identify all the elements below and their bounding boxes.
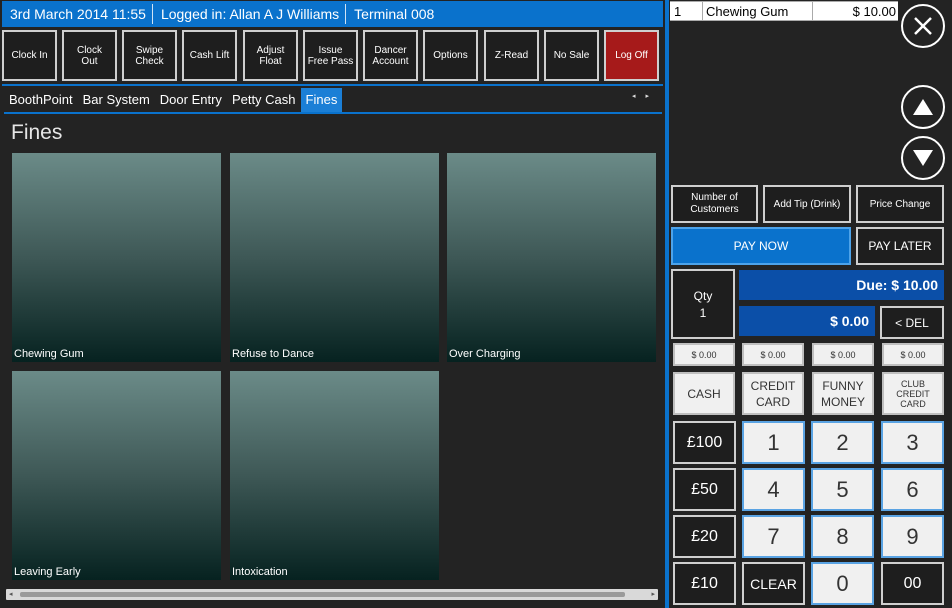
header-logged-in: Logged in: Allan A J Williams [153,4,347,24]
keypad-00-button[interactable]: 00 [881,562,944,605]
dancer-account-button[interactable]: Dancer Account [363,30,418,81]
tab-scroll-right-icon[interactable]: ▸ [646,93,660,100]
log-off-button[interactable]: Log Off [604,30,659,81]
qty-label: Qty [693,288,713,303]
product-tile-leaving-early[interactable]: Leaving Early [12,371,221,580]
tab-underline [4,112,662,114]
keypad-2-button[interactable]: 2 [811,421,874,464]
pay-now-button[interactable]: PAY NOW [671,227,851,265]
quick-amount-50-button[interactable]: £50 [673,468,736,511]
funny-money-method-button[interactable]: FUNNY MONEY [812,372,874,415]
price-change-button[interactable]: Price Change [856,185,944,223]
order-qty: 1 [670,2,703,20]
clock-out-button[interactable]: Clock Out [62,30,117,81]
scroll-left-icon[interactable]: ◂ [9,590,13,598]
order-list: 1 Chewing Gum $ 10.00 [670,1,898,21]
cash-lift-button[interactable]: Cash Lift [182,30,237,81]
funny-money-amount: $ 0.00 [812,343,874,366]
status-header: 3rd March 2014 11:55 Logged in: Allan A … [2,1,663,27]
scroll-right-icon[interactable]: ▸ [651,590,655,598]
add-tip-button[interactable]: Add Tip (Drink) [763,185,851,223]
keypad-1-button[interactable]: 1 [742,421,805,464]
qty-value: 1 [699,305,707,320]
tab-bar-system[interactable]: Bar System [78,88,155,112]
product-label: Chewing Gum [14,348,84,360]
credit-card-method-button[interactable]: CREDIT CARD [742,372,804,415]
quick-amount-100-button[interactable]: £100 [673,421,736,464]
keypad-7-button[interactable]: 7 [742,515,805,558]
cash-amount: $ 0.00 [673,343,735,366]
header-terminal: Terminal 008 [354,6,435,22]
swipe-check-button[interactable]: Swipe Check [122,30,177,81]
product-label: Leaving Early [14,566,81,578]
keypad-8-button[interactable]: 8 [811,515,874,558]
number-of-customers-button[interactable]: Number of Customers [671,185,758,223]
order-item-price: $ 10.00 [852,4,896,19]
scroll-up-button[interactable] [901,85,945,129]
product-tile-over-charging[interactable]: Over Charging [447,153,656,362]
tab-petty-cash[interactable]: Petty Cash [227,88,301,112]
qty-button[interactable]: Qty 1 [671,269,735,339]
product-label: Over Charging [449,348,521,360]
tab-door-entry[interactable]: Door Entry [155,88,227,112]
clock-in-button[interactable]: Clock In [2,30,57,81]
panel-divider [665,0,669,608]
triangle-up-icon [913,99,933,115]
issue-free-pass-button[interactable]: Issue Free Pass [303,30,358,81]
due-display: Due: $ 10.00 [739,270,944,300]
clear-button[interactable]: CLEAR [742,562,805,605]
amount-display: $ 0.00 [739,306,875,336]
tab-boothpoint[interactable]: BoothPoint [4,88,78,112]
order-row[interactable]: 1 Chewing Gum $ 10.00 [670,1,898,21]
category-tabs: BoothPoint Bar System Door Entry Petty C… [4,88,343,112]
accent-divider [2,84,663,86]
no-sale-button[interactable]: No Sale [544,30,599,81]
pay-later-button[interactable]: PAY LATER [856,227,944,265]
product-tile-chewing-gum[interactable]: Chewing Gum [12,153,221,362]
product-tile-refuse-to-dance[interactable]: Refuse to Dance [230,153,439,362]
delete-button[interactable]: < DEL [880,306,944,339]
keypad-0-button[interactable]: 0 [811,562,874,605]
club-credit-card-amount: $ 0.00 [882,343,944,366]
z-read-button[interactable]: Z-Read [484,30,539,81]
scrollbar-thumb[interactable] [20,592,625,597]
scroll-down-button[interactable] [901,136,945,180]
keypad-9-button[interactable]: 9 [881,515,944,558]
club-credit-card-method-button[interactable]: CLUB CREDIT CARD [882,372,944,415]
section-title: Fines [11,121,63,144]
keypad-3-button[interactable]: 3 [881,421,944,464]
tab-scroll-arrows: ◂▸ [632,92,659,100]
quick-amount-10-button[interactable]: £10 [673,562,736,605]
options-button[interactable]: Options [423,30,478,81]
adjust-float-button[interactable]: Adjust Float [243,30,298,81]
triangle-down-icon [913,150,933,166]
tab-fines[interactable]: Fines [300,88,343,112]
keypad-5-button[interactable]: 5 [811,468,874,511]
order-item-name: Chewing Gum [703,2,813,20]
credit-card-amount: $ 0.00 [742,343,804,366]
header-datetime: 3rd March 2014 11:55 [2,4,153,24]
close-button[interactable] [901,4,945,48]
product-label: Intoxication [232,566,288,578]
product-tile-intoxication[interactable]: Intoxication [230,371,439,580]
keypad-6-button[interactable]: 6 [881,468,944,511]
horizontal-scrollbar[interactable]: ◂ ▸ [6,589,658,600]
pos-app: 3rd March 2014 11:55 Logged in: Allan A … [0,0,952,608]
cash-method-button[interactable]: CASH [673,372,735,415]
keypad-4-button[interactable]: 4 [742,468,805,511]
quick-amount-20-button[interactable]: £20 [673,515,736,558]
tab-scroll-left-icon[interactable]: ◂ [632,93,646,100]
close-icon [914,17,932,35]
product-label: Refuse to Dance [232,348,314,360]
